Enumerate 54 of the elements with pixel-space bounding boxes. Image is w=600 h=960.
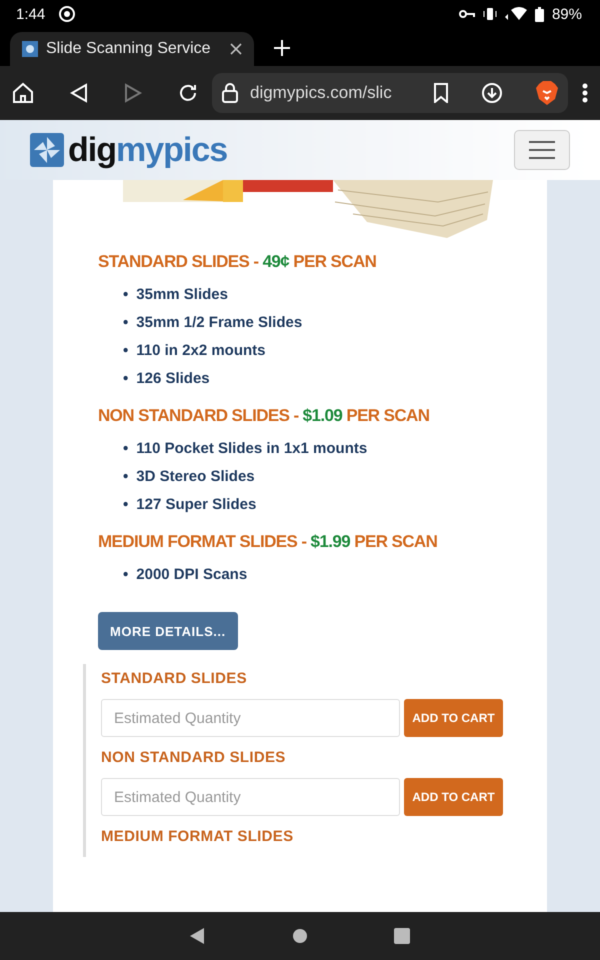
clock-time: 1:44	[16, 6, 46, 22]
battery-icon	[534, 6, 544, 22]
slide-type-item: 3D Stereo Slides	[136, 468, 255, 484]
battery-percent: 89%	[552, 6, 582, 22]
product-label: MEDIUM FORMAT SLIDES	[101, 828, 294, 845]
logo-wordmark[interactable]: digmypics	[68, 130, 228, 170]
product-label: NON STANDARD SLIDES	[101, 749, 287, 766]
list-bullet: •	[123, 370, 128, 386]
favicon-icon	[22, 41, 38, 57]
address-bar[interactable]: digmypics.com/slic	[212, 73, 568, 113]
bookmark-icon[interactable]	[434, 83, 448, 103]
tab-title: Slide Scanning Service	[46, 40, 212, 58]
browser-tab[interactable]: Slide Scanning Service	[10, 32, 254, 66]
menu-button[interactable]	[514, 130, 570, 170]
add-to-cart-button[interactable]: ADD TO CART	[404, 699, 503, 737]
menu-icon	[529, 140, 555, 160]
list-bullet: •	[123, 314, 128, 330]
menu-icon[interactable]	[582, 83, 588, 103]
home-icon[interactable]	[12, 82, 34, 104]
slide-type-item: 126 Slides	[136, 370, 210, 386]
quantity-field[interactable]: Estimated Quantity	[101, 778, 400, 816]
forward-icon[interactable]	[124, 83, 142, 103]
back-icon[interactable]	[190, 928, 206, 944]
close-icon[interactable]	[230, 43, 242, 55]
price-heading: MEDIUM FORMAT SLIDES - $1.99 PER SCAN	[98, 532, 438, 552]
list-bullet: •	[123, 468, 128, 484]
slide-type-item: 127 Super Slides	[136, 496, 256, 512]
wifi-icon	[504, 7, 527, 21]
back-icon[interactable]	[70, 83, 88, 103]
slide-type-item: 110 in 2x2 mounts	[136, 342, 266, 358]
new-tab-icon[interactable]	[274, 40, 290, 56]
more-details-button[interactable]: MORE DETAILS...	[98, 612, 238, 650]
list-bullet: •	[123, 286, 128, 302]
status-icon	[59, 6, 76, 22]
key-icon	[458, 9, 475, 19]
download-icon[interactable]	[482, 83, 502, 103]
product-label: STANDARD SLIDES	[101, 670, 248, 687]
price-heading: NON STANDARD SLIDES - $1.09 PER SCAN	[98, 406, 430, 426]
list-bullet: •	[123, 440, 128, 456]
price-heading: STANDARD SLIDES - 49¢ PER SCAN	[98, 252, 378, 272]
list-bullet: •	[123, 566, 128, 582]
lock-icon	[222, 83, 238, 103]
slide-type-item: 35mm Slides	[136, 286, 228, 302]
list-bullet: •	[123, 496, 128, 512]
add-to-cart-button[interactable]: ADD TO CART	[404, 778, 503, 816]
logo-icon	[30, 133, 64, 167]
home-icon[interactable]	[292, 928, 308, 944]
list-bullet: •	[123, 342, 128, 358]
slide-type-item: 2000 DPI Scans	[136, 566, 248, 582]
reload-icon[interactable]	[178, 83, 198, 103]
slide-type-item: 35mm 1/2 Frame Slides	[136, 314, 302, 330]
slide-type-item: 110 Pocket Slides in 1x1 mounts	[136, 440, 368, 456]
quantity-field[interactable]: Estimated Quantity	[101, 699, 400, 737]
vibrate-icon	[482, 7, 497, 21]
